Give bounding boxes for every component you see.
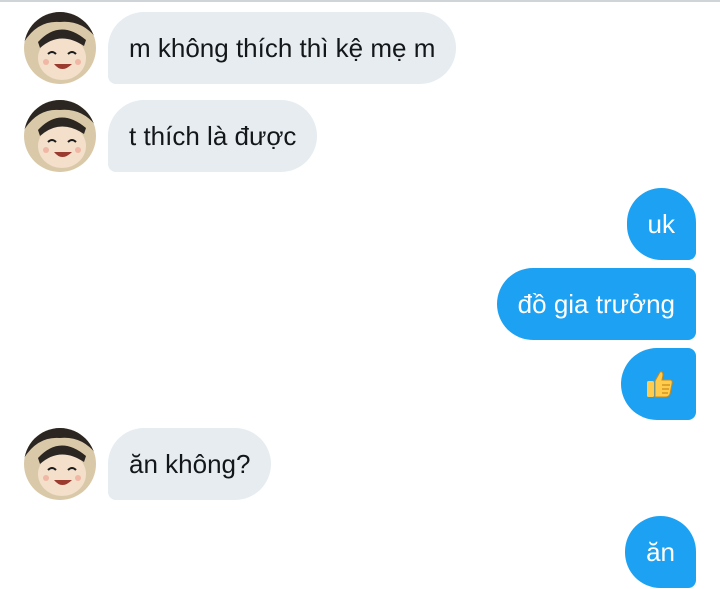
message-bubble-incoming[interactable]: t thích là được [108,100,318,172]
avatar[interactable] [24,428,96,500]
avatar-image [24,12,96,84]
message-bubble-outgoing[interactable]: đồ gia trưởng [496,268,696,340]
message-bubble-outgoing[interactable]: uk [626,188,696,260]
message-bubble-incoming[interactable]: ăn không? [108,428,272,500]
message-bubble-outgoing[interactable]: ăn [625,516,696,588]
avatar-image [24,428,96,500]
message-bubble-incoming[interactable]: m không thích thì kệ mẹ m [108,12,457,84]
avatar-image [24,100,96,172]
avatar[interactable] [24,12,96,84]
thumbs-up-icon [646,371,673,398]
top-divider [0,0,720,2]
message-bubble-outgoing-emoji[interactable] [621,348,696,420]
avatar[interactable] [24,100,96,172]
